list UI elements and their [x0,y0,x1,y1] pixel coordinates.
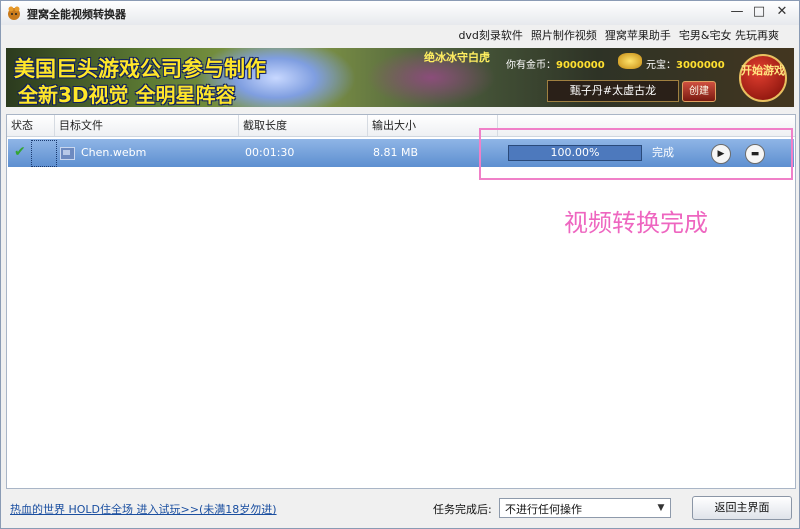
row-size: 8.81 MB [373,146,419,159]
check-icon: ✔ [14,144,26,160]
link-photo-video[interactable]: 照片制作视频 [531,27,597,43]
app-window: 狸窝全能视频转换器 — □ ✕ dvd刻录软件 照片制作视频 狸窝苹果助手 宅男… [0,0,800,529]
highlight-box [479,128,793,180]
banner-tag: 绝冰冰守白虎 [424,51,490,64]
link-dvd[interactable]: dvd刻录软件 [458,27,522,43]
title-bar: 狸窝全能视频转换器 — □ ✕ [1,1,799,25]
back-to-main-button[interactable]: 返回主界面 [692,496,792,520]
chevron-down-icon[interactable]: ▼ [653,500,669,516]
maximize-button[interactable]: □ [749,4,769,20]
col-status[interactable]: 状态 [7,115,55,136]
task-list[interactable]: 状态 目标文件 截取长度 输出大小 ✔ Chen.webm 00:01:30 8… [6,114,796,489]
banner-yuanbao: 元宝：3000000 [646,60,725,71]
link-apple-helper[interactable]: 狸窝苹果助手 [605,27,671,43]
col-clip-length[interactable]: 截取长度 [239,115,368,136]
close-button[interactable]: ✕ [772,4,792,20]
banner-character-name[interactable]: 甄子丹#太虚古龙 [547,80,679,102]
banner-start-game-button[interactable]: 开始游戏 [739,54,787,102]
bottom-bar: 热血的世界 HOLD住全场 进入试玩>>(未满18岁勿进) 任务完成后: 不进行… [1,491,799,528]
after-complete-value: 不进行任何操作 [505,503,582,516]
banner-create-button[interactable]: 创建 [682,81,716,102]
video-file-icon [60,147,75,160]
row-length: 00:01:30 [245,146,295,159]
app-logo-icon [8,6,20,20]
col-target-file[interactable]: 目标文件 [55,115,239,136]
window-title: 狸窝全能视频转换器 [27,8,126,21]
banner-gold: 你有金币：9000000 [506,60,605,71]
ingot-icon [618,53,642,69]
row-file-name: Chen.webm [81,146,147,159]
link-game[interactable]: 宅男&宅女 先玩再爽 [679,27,779,43]
promo-link[interactable]: 热血的世界 HOLD住全场 进入试玩>>(未满18岁勿进) [10,501,277,517]
banner-subheadline: 全新3D视觉 全明星阵容 [18,83,236,107]
annotation-text: 视频转换完成 [564,209,708,237]
minimize-button[interactable]: — [727,4,747,20]
ad-banner[interactable]: 美国巨头游戏公司参与制作 全新3D视觉 全明星阵容 绝冰冰守白虎 你有金币：90… [6,48,794,107]
after-complete-label: 任务完成后: [433,503,492,516]
after-complete-select[interactable]: 不进行任何操作 ▼ [499,498,671,518]
row-focus-box [31,140,57,167]
top-links: dvd刻录软件 照片制作视频 狸窝苹果助手 宅男&宅女 先玩再爽 [458,27,779,43]
